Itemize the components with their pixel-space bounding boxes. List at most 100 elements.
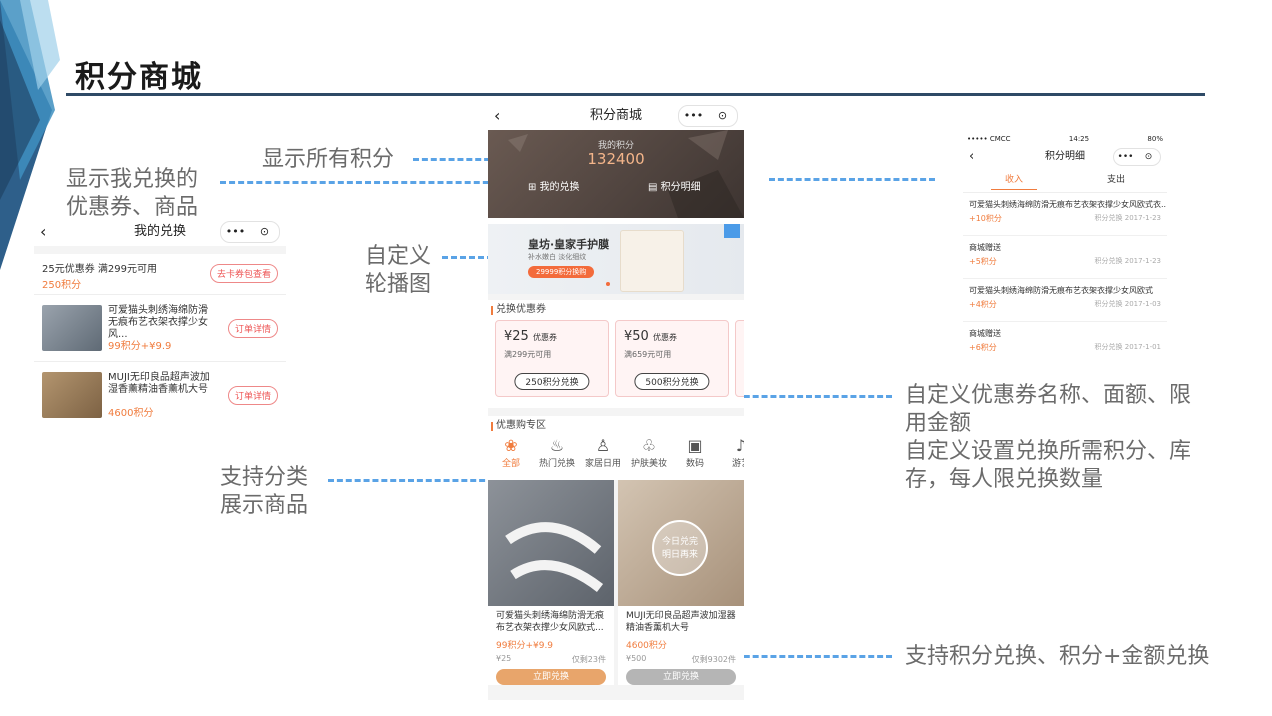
points-detail-screen: ••••• CMCC 14:25 80% ‹ 积分明细 ••• ⊙ 收入 支出 …	[963, 132, 1167, 356]
coupon-amount: ¥50 优惠券	[624, 329, 677, 344]
exchange-row-price: 99积分+¥9.9	[108, 341, 172, 352]
sold-out-overlay: 今日兑完 明日再来	[652, 520, 708, 576]
detail-row: 商城赠送 +5积分 积分兑换 2017-1-23	[963, 236, 1167, 279]
exchange-row-price: 250积分	[42, 280, 82, 291]
list-icon: ▤	[648, 182, 661, 193]
exchange-now-button-disabled[interactable]: 立即兑换	[626, 669, 736, 685]
tab-expense[interactable]: 支出	[1065, 168, 1167, 192]
exchange-row-coupon[interactable]: 25元优惠券 满299元可用 250积分 去卡券包查看	[34, 254, 286, 295]
coupon-card[interactable]: ¥50 优惠券 满659元可用 500积分兑换	[615, 320, 729, 397]
annotation-my-exchange: 显示我兑换的 优惠券、商品	[66, 167, 199, 220]
capsule-menu: ••• ⊙	[1113, 148, 1161, 166]
mall-nav: ‹ 积分商城 ••• ⊙	[488, 102, 744, 130]
points-detail-link[interactable]: ▤ 积分明细	[648, 178, 701, 193]
category-home[interactable]: ♙ 家居日用	[580, 436, 626, 469]
annotation-category: 支持分类 展示商品	[220, 465, 309, 518]
annotation-carousel: 自定义 轮播图	[365, 244, 432, 297]
dash-coupon	[726, 395, 892, 398]
capsule-menu: ••• ⊙	[220, 221, 280, 243]
gift-icon: ⊞	[528, 182, 540, 193]
back-icon[interactable]: ‹	[494, 102, 500, 130]
product-card[interactable]: 可爱猫头刺绣海绵防滑无痕布艺衣架衣撑少女风欧式... 99积分+¥9.9 ¥25…	[488, 480, 614, 685]
product-name: MUJI无印良品超声波加湿器精油香薰机大号	[626, 611, 736, 633]
category-hot[interactable]: ♨ 热门兑换	[534, 436, 580, 469]
lamp-icon: ♙	[595, 436, 611, 455]
annotation-coupon-custom: 自定义优惠券名称、面额、限 用金额 自定义设置兑换所需积分、库 存，每人限兑换数…	[905, 383, 1192, 492]
close-mini-icon[interactable]: ⊙	[708, 106, 737, 126]
coupon-list: ¥25 优惠券 满299元可用 250积分兑换 ¥50 优惠券 满659元可用 …	[488, 320, 744, 408]
banner-badge: 29999积分换购	[528, 266, 595, 278]
carousel-dot[interactable]	[606, 282, 610, 286]
banner-subtitle: 补水嫩白 淡化细纹	[528, 253, 587, 261]
flower-icon: ❀	[504, 436, 518, 455]
detail-row: 可爱猫头刺绣海绵防滑无痕布艺衣架衣撑少女风欧式衣... +10积分 积分兑换 201…	[963, 193, 1167, 236]
coupon-exchange-button[interactable]: 250积分兑换	[514, 373, 590, 390]
dash-exchange-mode	[726, 655, 892, 658]
view-coupon-button[interactable]: 去卡券包查看	[209, 264, 278, 283]
fire-icon: ♨	[549, 436, 565, 455]
mall-title: 积分商城	[589, 108, 642, 123]
product-card[interactable]: 今日兑完 明日再来 MUJI无印良品超声波加湿器精油香薰机大号 4600积分 ¥…	[618, 480, 744, 685]
banner-title: 皇坊·皇家手护膜	[528, 238, 610, 251]
coupon-amount: ¥25 优惠券	[504, 329, 557, 344]
more-icon[interactable]: •••	[679, 106, 708, 126]
banner-carousel[interactable]: 皇坊·皇家手护膜 补水嫩白 淡化细纹 29999积分换购	[488, 224, 744, 294]
order-detail-button[interactable]: 订单详情	[227, 319, 278, 338]
points-value: 132400	[587, 150, 645, 168]
product-image-muji: 今日兑完 明日再来	[618, 480, 744, 606]
product-meta: ¥25 仅剩23件	[496, 654, 606, 664]
coupon-card-partial[interactable]	[735, 320, 744, 397]
category-games[interactable]: ♪游艺	[718, 436, 744, 469]
product-meta: ¥500 仅剩9302件	[626, 654, 736, 664]
exchange-row-title: MUJI无印良品超声波加湿香薰精油香薰机大号	[108, 372, 210, 395]
dash-my-exchange	[220, 181, 516, 184]
my-exchange-screen: ‹ 我的兑换 ••• ⊙ 25元优惠券 满299元可用 250积分 去卡券包查看…	[34, 218, 286, 430]
product-thumb-muji	[42, 372, 102, 418]
annotation-exchange-mode: 支持积分兑换、积分+金额兑换	[905, 644, 1210, 669]
points-header: 我的积分 132400 ⊞ 我的兑换 ▤ 积分明细	[488, 130, 744, 218]
capsule-menu: ••• ⊙	[678, 105, 738, 127]
deal-section-title: 优惠购专区	[488, 416, 744, 436]
close-mini-icon[interactable]: ⊙	[250, 222, 279, 242]
category-bar: ❀全部 ♨热门兑换 ♙家居日用 ♧护肤美妆 ▣数码 ♪游艺	[488, 436, 744, 480]
coupon-card[interactable]: ¥25 优惠券 满299元可用 250积分兑换	[495, 320, 609, 397]
more-icon[interactable]: •••	[1114, 149, 1137, 165]
camera-icon: ▣	[687, 436, 703, 455]
order-detail-button[interactable]: 订单详情	[227, 386, 278, 405]
close-mini-icon[interactable]: ⊙	[1137, 149, 1160, 165]
exchange-row-hanger[interactable]: 可爱猫头刺绣海绵防滑无痕布艺衣架衣撑少女风... 99积分+¥9.9 订单详情	[34, 295, 286, 362]
exchange-now-button[interactable]: 立即兑换	[496, 669, 606, 685]
status-bar: ••••• CMCC 14:25 80%	[967, 135, 1163, 143]
coupon-section-title: 兑换优惠券	[488, 300, 744, 320]
detail-row: 可爱猫头刺绣海绵防滑无痕布艺衣架衣撑少女风欧式 +4积分 积分兑换 2017-1-0…	[963, 279, 1167, 322]
coupon-exchange-button[interactable]: 500积分兑换	[634, 373, 710, 390]
banner-product-image	[620, 230, 684, 292]
product-image-hanger	[488, 480, 614, 606]
back-icon[interactable]: ‹	[40, 218, 46, 246]
exchange-title: 我的兑换	[133, 224, 186, 239]
banner-tag-icon	[724, 224, 740, 238]
exchange-row-muji[interactable]: MUJI无印良品超声波加湿香薰精油香薰机大号 4600积分 订单详情	[34, 362, 286, 428]
detail-nav: ‹ 积分明细 ••• ⊙	[963, 146, 1167, 168]
annotation-all-points: 显示所有积分	[262, 147, 395, 172]
tab-income[interactable]: 收入	[963, 168, 1065, 192]
product-points: 4600积分	[626, 641, 667, 651]
category-all[interactable]: ❀ 全部	[488, 436, 534, 469]
category-digital[interactable]: ▣ 数码	[672, 436, 718, 469]
slide-title: 积分商城	[75, 60, 203, 95]
detail-title: 积分明细	[1045, 151, 1085, 162]
more-icon[interactable]: •••	[221, 222, 250, 242]
title-rule	[66, 93, 1205, 96]
back-icon[interactable]: ‹	[969, 146, 974, 168]
exchange-row-price: 4600积分	[108, 408, 154, 419]
exchange-nav: ‹ 我的兑换 ••• ⊙	[34, 218, 286, 246]
dash-detail	[769, 178, 935, 181]
detail-tabs: 收入 支出	[963, 168, 1167, 193]
shirt-icon: ♧	[641, 436, 657, 455]
exchange-row-title: 可爱猫头刺绣海绵防滑无痕布艺衣架衣撑少女风...	[108, 305, 208, 340]
my-exchange-link[interactable]: ⊞ 我的兑换	[528, 178, 580, 193]
exchange-row-title: 25元优惠券 满299元可用	[42, 264, 157, 275]
category-skincare[interactable]: ♧ 护肤美妆	[626, 436, 672, 469]
product-points: 99积分+¥9.9	[496, 641, 554, 651]
coupon-condition: 满299元可用	[504, 350, 552, 359]
